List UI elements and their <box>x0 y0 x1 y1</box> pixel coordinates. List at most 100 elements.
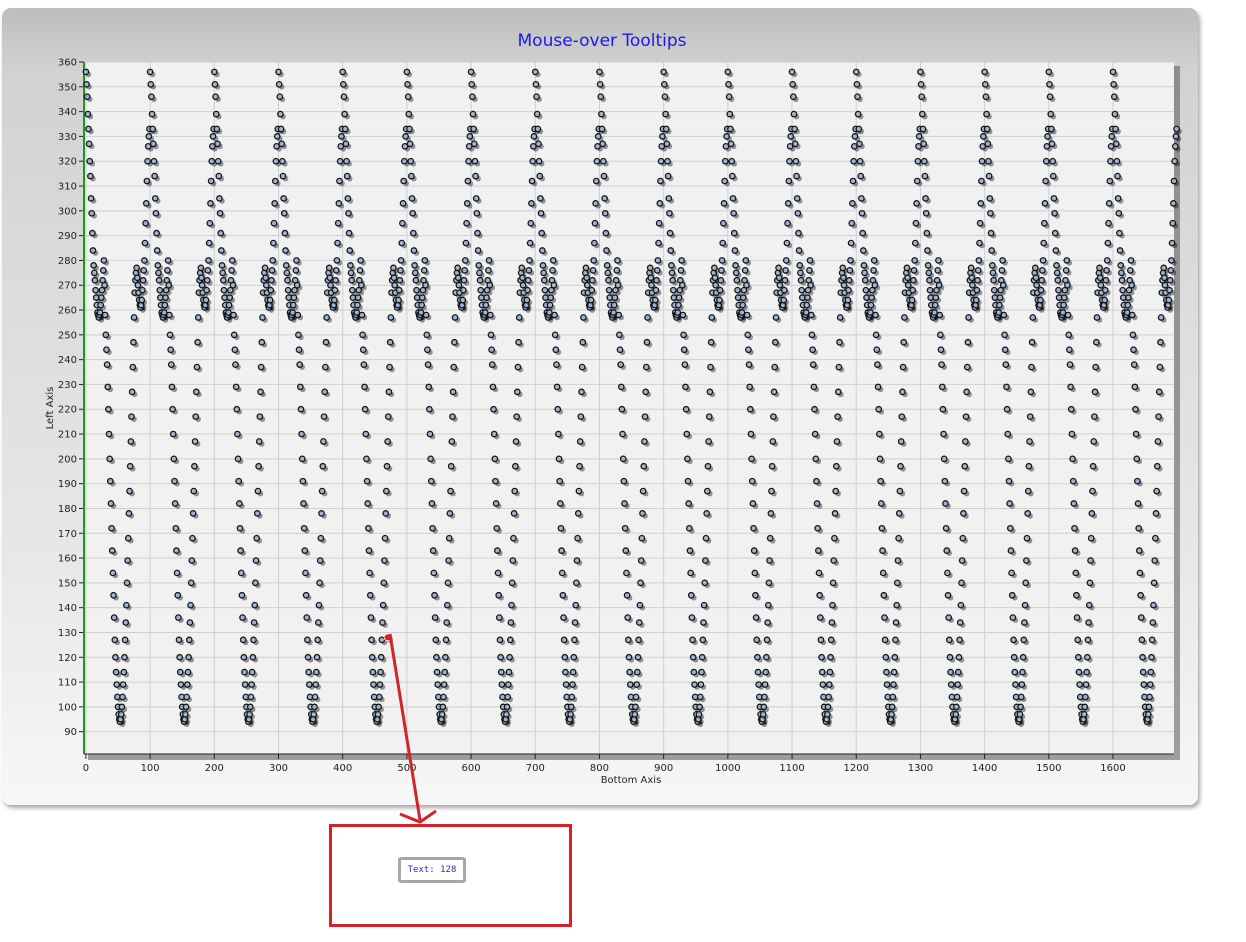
data-point-marker[interactable] <box>791 140 799 148</box>
data-point-marker[interactable] <box>119 681 127 688</box>
data-point-marker[interactable] <box>808 331 816 339</box>
data-point-marker[interactable] <box>711 274 719 282</box>
data-point-marker[interactable] <box>422 281 429 289</box>
data-point-marker[interactable] <box>126 487 133 495</box>
data-point-marker[interactable] <box>921 172 929 180</box>
data-point-marker[interactable] <box>644 314 651 321</box>
data-point-marker[interactable] <box>130 338 137 346</box>
data-point-marker[interactable] <box>1060 301 1067 309</box>
data-point-marker[interactable] <box>290 294 298 301</box>
data-point-marker[interactable] <box>164 257 172 264</box>
data-point-marker[interactable] <box>236 524 244 532</box>
data-point-marker[interactable] <box>439 703 447 711</box>
data-point-marker[interactable] <box>409 229 417 237</box>
data-point-marker[interactable] <box>911 239 919 247</box>
data-point-marker[interactable] <box>1044 133 1051 140</box>
data-point-marker[interactable] <box>119 693 126 701</box>
data-point-marker[interactable] <box>426 430 434 438</box>
data-point-marker[interactable] <box>793 195 801 202</box>
data-point-marker[interactable] <box>770 413 777 421</box>
data-point-marker[interactable] <box>685 524 693 532</box>
data-point-marker[interactable] <box>182 703 190 711</box>
data-point-marker[interactable] <box>397 266 404 274</box>
data-point-marker[interactable] <box>365 524 372 532</box>
data-point-marker[interactable] <box>534 125 542 133</box>
data-point-marker[interactable] <box>279 157 286 165</box>
data-point-marker[interactable] <box>1022 579 1030 587</box>
data-point-marker[interactable] <box>204 266 212 274</box>
data-point-marker[interactable] <box>752 591 759 599</box>
data-point-marker[interactable] <box>985 157 992 165</box>
data-point-marker[interactable] <box>958 557 966 564</box>
data-point-marker[interactable] <box>703 510 711 517</box>
data-point-marker[interactable] <box>780 286 788 294</box>
data-point-marker[interactable] <box>184 681 191 688</box>
data-point-marker[interactable] <box>275 80 283 88</box>
data-point-marker[interactable] <box>331 286 339 294</box>
data-point-marker[interactable] <box>657 177 664 185</box>
data-point-marker[interactable] <box>1071 547 1079 554</box>
data-point-marker[interactable] <box>83 93 91 101</box>
data-point-marker[interactable] <box>824 710 831 718</box>
data-point-marker[interactable] <box>1008 591 1016 599</box>
data-point-marker[interactable] <box>1115 209 1123 217</box>
data-point-marker[interactable] <box>589 266 597 274</box>
data-point-marker[interactable] <box>311 703 318 711</box>
data-point-marker[interactable] <box>279 172 287 180</box>
data-point-marker[interactable] <box>904 281 912 289</box>
data-point-marker[interactable] <box>109 569 117 577</box>
data-point-marker[interactable] <box>1092 338 1100 346</box>
data-point-marker[interactable] <box>878 524 886 532</box>
data-point-marker[interactable] <box>879 569 887 577</box>
data-point-marker[interactable] <box>944 591 952 599</box>
data-point-marker[interactable] <box>1087 534 1095 542</box>
data-point-marker[interactable] <box>112 668 120 676</box>
data-point-marker[interactable] <box>748 477 756 485</box>
data-point-marker[interactable] <box>299 477 307 485</box>
data-point-marker[interactable] <box>827 636 835 644</box>
data-point-marker[interactable] <box>369 668 377 676</box>
data-point-marker[interactable] <box>377 668 384 676</box>
data-point-marker[interactable] <box>271 200 279 207</box>
data-point-marker[interactable] <box>983 110 990 118</box>
data-point-marker[interactable] <box>323 314 331 321</box>
data-point-marker[interactable] <box>690 668 698 676</box>
data-point-marker[interactable] <box>272 157 280 165</box>
data-point-marker[interactable] <box>890 681 897 688</box>
data-point-marker[interactable] <box>408 195 416 202</box>
data-point-marker[interactable] <box>624 614 632 621</box>
data-point-marker[interactable] <box>256 413 264 421</box>
data-point-marker[interactable] <box>761 693 768 701</box>
data-point-marker[interactable] <box>551 331 559 339</box>
data-point-marker[interactable] <box>888 703 896 711</box>
data-point-marker[interactable] <box>444 579 452 587</box>
data-point-marker[interactable] <box>207 177 215 185</box>
data-point-marker[interactable] <box>469 110 477 118</box>
data-point-marker[interactable] <box>601 195 608 202</box>
data-point-marker[interactable] <box>922 209 930 217</box>
data-point-marker[interactable] <box>1050 195 1058 202</box>
data-point-marker[interactable] <box>1118 269 1125 277</box>
data-point-marker[interactable] <box>653 266 661 274</box>
data-point-marker[interactable] <box>228 266 235 274</box>
data-point-marker[interactable] <box>486 281 494 289</box>
data-point-marker[interactable] <box>817 636 825 644</box>
data-point-marker[interactable] <box>637 557 645 564</box>
data-point-marker[interactable] <box>919 110 926 118</box>
data-point-marker[interactable] <box>504 681 512 688</box>
data-point-marker[interactable] <box>1072 569 1080 577</box>
data-point-marker[interactable] <box>1038 276 1046 284</box>
data-point-marker[interactable] <box>655 219 663 227</box>
data-point-marker[interactable] <box>241 668 248 676</box>
data-point-marker[interactable] <box>597 93 605 101</box>
data-point-marker[interactable] <box>660 80 668 88</box>
data-point-marker[interactable] <box>318 510 325 517</box>
data-point-marker[interactable] <box>721 177 728 185</box>
data-point-marker[interactable] <box>1110 80 1118 88</box>
data-point-marker[interactable] <box>1073 591 1080 599</box>
data-point-marker[interactable] <box>357 257 365 264</box>
data-point-marker[interactable] <box>1003 405 1011 413</box>
data-point-marker[interactable] <box>319 462 327 470</box>
data-point-marker[interactable] <box>174 591 182 599</box>
data-point-marker[interactable] <box>599 157 607 165</box>
